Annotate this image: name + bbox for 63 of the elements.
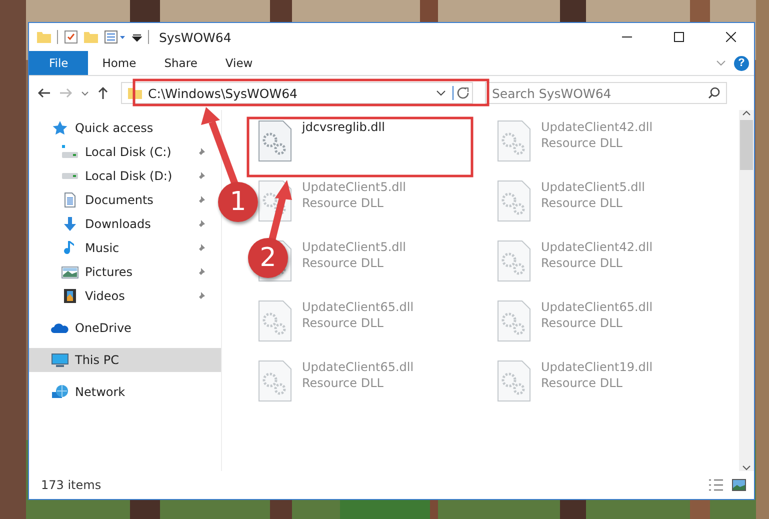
sidebar-item[interactable]: This PC — [29, 348, 221, 372]
scrollbar-thumb[interactable] — [740, 120, 753, 170]
picture-icon — [61, 264, 79, 280]
sidebar-item[interactable]: Music — [29, 236, 214, 260]
annotation-arrow — [268, 180, 292, 241]
gear-file-icon — [258, 360, 292, 402]
film-icon — [61, 288, 79, 304]
sidebar-item[interactable]: Downloads — [29, 212, 214, 236]
window-title: SysWOW64 — [159, 30, 232, 44]
sidebar-item[interactable]: OneDrive — [29, 316, 214, 340]
file-type: Resource DLL — [541, 196, 624, 210]
address-field[interactable]: C:\Windows\SysWOW64 — [121, 82, 473, 104]
scroll-up-icon[interactable] — [742, 110, 751, 116]
file-type: Resource DLL — [302, 256, 384, 270]
file-type: Resource DLL — [541, 136, 624, 150]
file-type: Resource DLL — [541, 376, 624, 390]
drive-icon — [61, 144, 79, 160]
sidebar-item[interactable]: Videos — [29, 284, 214, 308]
monitor-icon — [51, 352, 69, 368]
drive-icon — [61, 172, 79, 180]
properties-icon[interactable] — [104, 30, 126, 44]
close-icon — [726, 32, 736, 42]
caret-icon[interactable] — [436, 90, 446, 96]
gear-file-icon — [497, 300, 531, 342]
globe-icon — [51, 384, 69, 400]
sidebar-item[interactable]: Quick access — [29, 116, 214, 140]
sidebar-item[interactable]: Local Disk (C:) — [29, 140, 214, 164]
gear-file-icon — [497, 120, 531, 162]
gear-file-icon — [497, 360, 531, 402]
details-view-icon[interactable] — [708, 479, 724, 491]
sidebar-item[interactable]: Network — [29, 380, 214, 404]
ribbon-tab[interactable]: File — [29, 51, 88, 75]
sidebar-item[interactable]: Documents — [29, 188, 214, 212]
file-type: Resource DLL — [541, 256, 624, 270]
item-count: 173 items — [41, 478, 102, 492]
help-button[interactable]: ? — [734, 56, 749, 70]
sidebar-item[interactable]: Pictures — [29, 260, 214, 284]
folder-icon — [128, 86, 142, 100]
file-type: Resource DLL — [302, 376, 384, 390]
sidebar-item[interactable]: Local Disk (D:) — [29, 164, 214, 188]
chevron-icon[interactable] — [716, 60, 726, 66]
file-type: Resource DLL — [302, 316, 384, 330]
caret-icon — [81, 90, 89, 96]
scroll-down-icon[interactable] — [742, 465, 751, 471]
file-type: Resource DLL — [541, 316, 624, 330]
search-field[interactable]: Search SysWOW64 — [485, 82, 727, 104]
search-icon — [708, 87, 720, 99]
minimize-icon — [622, 36, 632, 38]
recent-caret-button[interactable] — [79, 88, 91, 98]
gear-file-icon — [497, 180, 531, 222]
thumbnail-view-icon[interactable] — [732, 479, 746, 491]
ribbon-tab[interactable]: Share — [150, 51, 212, 75]
ribbon-tab[interactable]: Home — [88, 51, 150, 75]
maximize-icon — [674, 32, 684, 42]
gear-file-icon — [497, 240, 531, 282]
file-type: Resource DLL — [302, 196, 384, 210]
file-name[interactable]: jdcvsreglib.dll — [302, 120, 385, 134]
gear-file-icon — [258, 300, 292, 342]
star-icon — [51, 120, 69, 136]
down-arrow-icon — [61, 216, 79, 232]
checklist-icon[interactable] — [64, 30, 78, 44]
gear-file-icon — [258, 120, 292, 162]
ribbon-tab[interactable]: View — [211, 51, 267, 75]
